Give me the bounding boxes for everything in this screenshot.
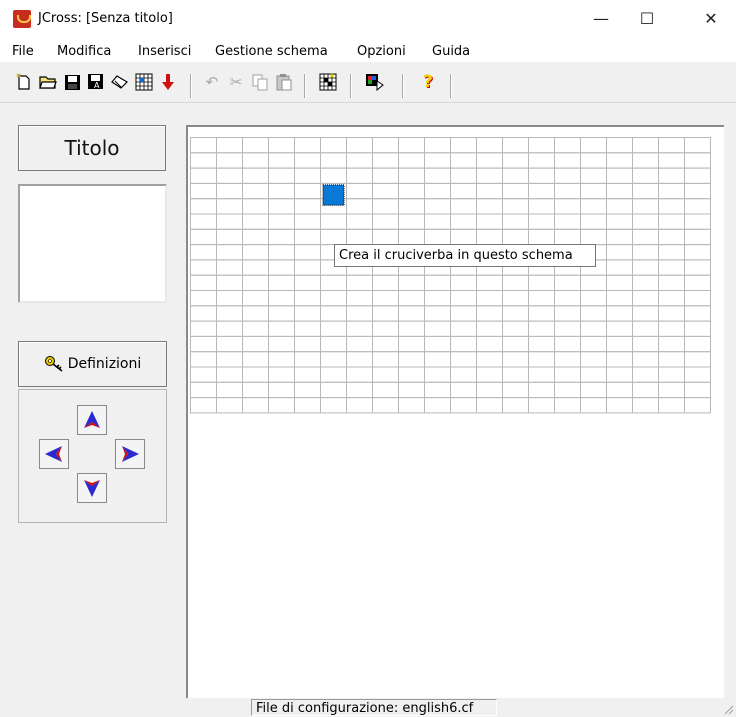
arrow-right-icon <box>122 446 139 462</box>
menu-file[interactable]: File <box>12 44 34 59</box>
save-icon[interactable] <box>62 72 82 92</box>
create-crossword-icon[interactable] <box>318 72 338 92</box>
selected-cell[interactable] <box>322 184 345 206</box>
color-palette-icon[interactable] <box>365 72 385 92</box>
title-preview-box[interactable] <box>18 184 167 303</box>
arrow-right-button[interactable] <box>115 439 145 469</box>
undo-icon[interactable]: ↶ <box>202 72 222 92</box>
cut-icon[interactable]: ✂ <box>226 72 246 92</box>
title-bar: JCross: [Senza titolo] — ☐ ✕ <box>0 0 736 40</box>
crossword-grid-area[interactable] <box>186 125 724 700</box>
help-icon[interactable]: ? <box>418 72 438 92</box>
definizioni-button[interactable]: Definizioni <box>18 341 167 387</box>
minimize-button[interactable]: — <box>578 0 624 38</box>
eraser-icon[interactable] <box>110 72 130 92</box>
menu-inserisci[interactable]: Inserisci <box>138 44 191 59</box>
resize-grip-icon[interactable] <box>722 703 734 715</box>
menu-gestione-schema[interactable]: Gestione schema <box>215 44 328 59</box>
tooltip: Crea il cruciverba in questo schema <box>334 244 596 267</box>
config-file-status: File di configurazione: english6.cf <box>251 699 497 716</box>
toolbar-separator <box>402 74 404 98</box>
maximize-button[interactable]: ☐ <box>624 0 670 38</box>
key-icon <box>44 356 63 372</box>
menu-modifica[interactable]: Modifica <box>57 44 111 59</box>
crossword-grid[interactable] <box>188 127 722 698</box>
menu-guida[interactable]: Guida <box>432 44 470 59</box>
arrow-pad <box>18 389 167 523</box>
status-bar: File di configurazione: english6.cf <box>0 698 736 717</box>
copy-icon[interactable] <box>250 72 270 92</box>
save-as-icon[interactable]: A <box>86 72 106 92</box>
toolbar: A ↶ ✂ ? <box>0 62 736 103</box>
arrow-up-icon <box>84 411 100 428</box>
help-glyph: ? <box>423 71 433 92</box>
svg-text:A: A <box>94 81 100 90</box>
paste-icon[interactable] <box>274 72 294 92</box>
toolbar-separator <box>450 74 452 98</box>
window-title: JCross: [Senza titolo] <box>38 11 173 26</box>
close-button[interactable]: ✕ <box>688 0 734 38</box>
open-folder-icon[interactable] <box>38 72 58 92</box>
arrow-left-button[interactable] <box>39 439 69 469</box>
arrow-down-icon <box>84 480 100 497</box>
toolbar-separator <box>350 74 352 98</box>
arrow-down-icon[interactable] <box>158 72 178 92</box>
arrow-down-button[interactable] <box>77 473 107 503</box>
titolo-button[interactable]: Titolo <box>18 125 166 171</box>
toolbar-separator <box>304 74 306 98</box>
arrow-left-icon <box>45 446 62 462</box>
menu-opzioni[interactable]: Opzioni <box>357 44 406 59</box>
app-icon <box>13 10 31 28</box>
grid-pattern-icon[interactable] <box>134 72 154 92</box>
arrow-up-button[interactable] <box>77 405 107 435</box>
menu-bar: File Modifica Inserisci Gestione schema … <box>0 40 736 62</box>
toolbar-separator <box>190 74 192 98</box>
new-file-icon[interactable] <box>14 72 34 92</box>
definizioni-label: Definizioni <box>67 356 142 372</box>
